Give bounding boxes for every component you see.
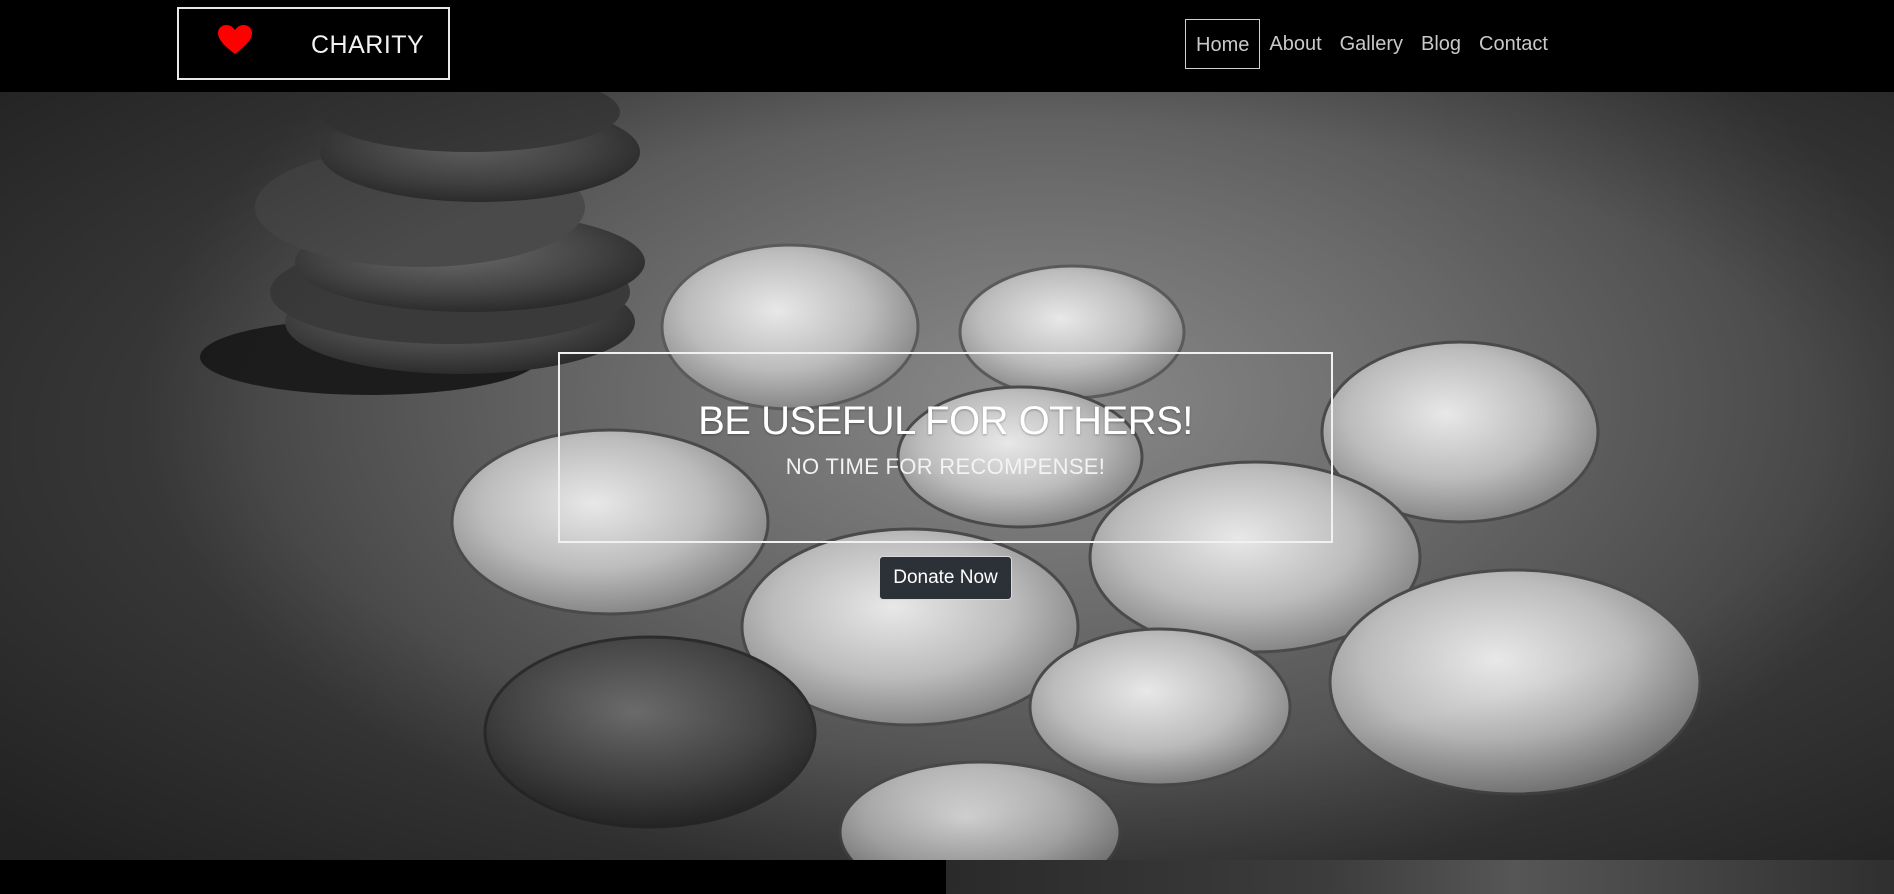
brand-logo[interactable]: CHARITY [177,7,450,80]
page: CHARITY Home About Gallery Blog Contact [0,0,1894,894]
nav-contact[interactable]: Contact [1470,19,1557,69]
next-section-peek [0,860,1894,894]
donate-now-button[interactable]: Donate Now [879,556,1012,600]
next-section-image [946,860,1894,894]
nav-blog[interactable]: Blog [1412,19,1470,69]
hero-banner: BE USEFUL FOR OTHERS! NO TIME FOR RECOMP… [558,352,1333,543]
heart-shape [218,25,252,54]
navbar: CHARITY Home About Gallery Blog Contact [0,0,1894,92]
hero-title: BE USEFUL FOR OTHERS! [698,399,1193,443]
nav-gallery[interactable]: Gallery [1331,19,1412,69]
hero-section: BE USEFUL FOR OTHERS! NO TIME FOR RECOMP… [0,92,1894,860]
hero-subtitle: NO TIME FOR RECOMPENSE! [785,454,1106,479]
main-nav: Home About Gallery Blog Contact [1185,19,1557,69]
heart-icon [218,25,252,54]
brand-name: CHARITY [311,31,425,59]
nav-about[interactable]: About [1260,19,1330,69]
nav-home[interactable]: Home [1185,19,1261,69]
